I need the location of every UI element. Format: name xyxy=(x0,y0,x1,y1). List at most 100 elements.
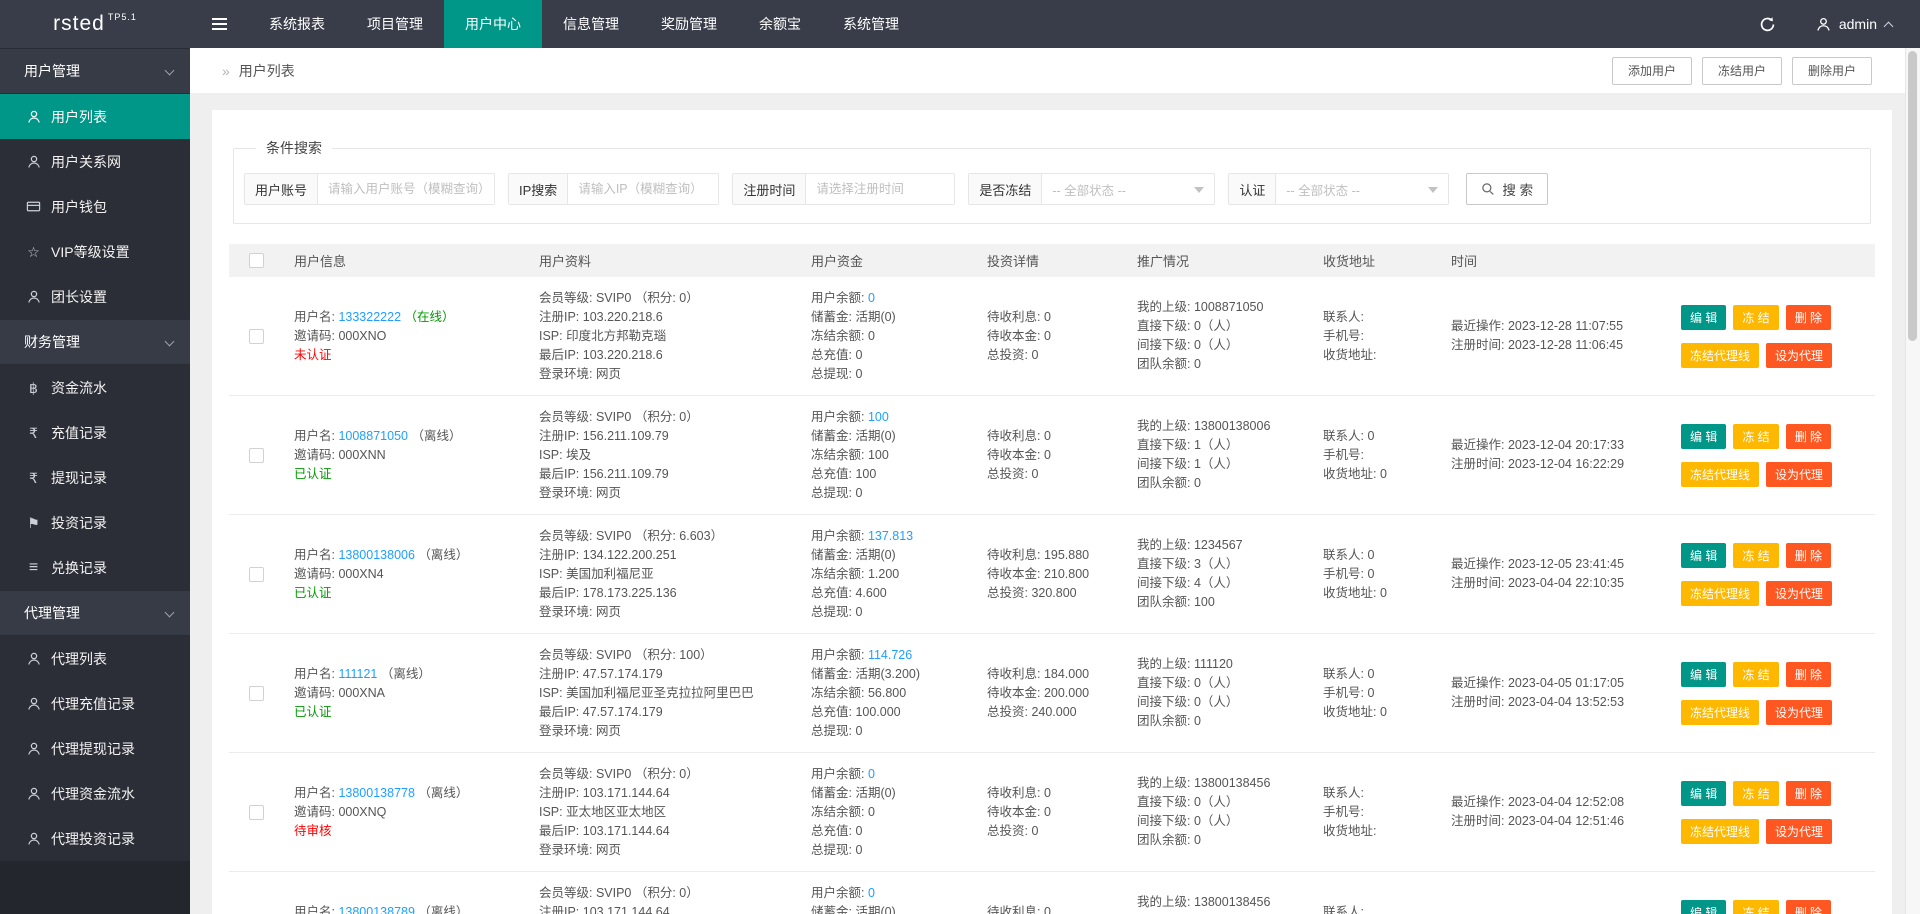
nav-item-info[interactable]: 信息管理 xyxy=(542,0,640,48)
verify-select[interactable]: -- 全部状态 -- xyxy=(1276,174,1448,204)
freeze-agent-line-button[interactable]: 冻结代理线 xyxy=(1681,342,1760,368)
freeze-agent-line-button[interactable]: 冻结代理线 xyxy=(1681,580,1760,606)
username-link[interactable]: 111121 xyxy=(338,667,377,681)
cell-text: 冻结余额: 56.800 xyxy=(811,685,907,700)
freeze-button[interactable]: 冻 结 xyxy=(1733,780,1779,806)
sidebar-item-agent-withdraw-records[interactable]: 代理提现记录 xyxy=(0,726,190,771)
action-button-row: 编 辑冻 结删 除 xyxy=(1681,423,1865,449)
row-checkbox[interactable] xyxy=(249,685,264,701)
edit-button[interactable]: 编 辑 xyxy=(1681,899,1727,914)
edit-button[interactable]: 编 辑 xyxy=(1681,423,1727,449)
nav-item-projects[interactable]: 项目管理 xyxy=(346,0,444,48)
freeze-button[interactable]: 冻 结 xyxy=(1733,899,1779,914)
sidebar-section-agent-management[interactable]: 代理管理 xyxy=(0,590,190,636)
sidebar-item-user-list[interactable]: 用户列表 xyxy=(0,94,190,139)
cell-line: ISP: 亚太地区亚太地区 xyxy=(539,803,791,822)
freeze-agent-line-button[interactable]: 冻结代理线 xyxy=(1681,461,1760,487)
sidebar-item-agent-recharge-records[interactable]: 代理充值记录 xyxy=(0,681,190,726)
select-all-checkbox[interactable] xyxy=(249,253,264,268)
search-panel: 条件搜索 用户账号 IP搜索 注册时间 是否冻结 -- 全部状态 -- 认证 -- 全部状态… xyxy=(233,138,1871,224)
username-link[interactable]: 13800138789 xyxy=(338,905,414,914)
set-agent-button[interactable]: 设为代理 xyxy=(1766,461,1833,487)
cell-text: 团队余额: 0 xyxy=(1137,476,1201,490)
sidebar-item-user-wallet[interactable]: 用户钱包 xyxy=(0,184,190,229)
delete-button[interactable]: 删 除 xyxy=(1785,661,1832,687)
sidebar-item-user-network[interactable]: 用户关系网 xyxy=(0,139,190,184)
sidebar-section-user-management[interactable]: 用户管理 xyxy=(0,48,190,94)
set-agent-button[interactable]: 设为代理 xyxy=(1766,818,1833,844)
sidebar-item-withdraw-records[interactable]: ₹ 提现记录 xyxy=(0,455,190,500)
admin-menu[interactable]: admin xyxy=(1800,0,1920,48)
cell-line: 用户名: 111121 （离线） xyxy=(294,665,519,684)
edit-button[interactable]: 编 辑 xyxy=(1681,304,1727,330)
cell-text: 手机号: xyxy=(1323,804,1364,819)
sidebar-section-title: 代理管理 xyxy=(24,605,80,621)
vertical-scrollbar[interactable] xyxy=(1905,48,1920,914)
cell-text: 总提现: 0 xyxy=(811,723,863,738)
nav-item-yuebao[interactable]: 余额宝 xyxy=(738,0,822,48)
row-checkbox-cell xyxy=(229,685,284,701)
delete-button[interactable]: 删 除 xyxy=(1785,780,1832,806)
regtime-input[interactable] xyxy=(806,174,955,204)
freeze-user-button[interactable]: 冻结用户 xyxy=(1701,56,1782,85)
search-field-label: 是否冻结 xyxy=(969,174,1043,204)
sidebar-item-fund-flow[interactable]: ฿ 资金流水 xyxy=(0,365,190,410)
delete-button[interactable]: 删 除 xyxy=(1785,542,1832,568)
ip-input[interactable] xyxy=(568,174,719,204)
cell-text: 注册IP: 156.211.109.79 xyxy=(539,428,669,443)
sidebar-section-finance-management[interactable]: 财务管理 xyxy=(0,319,190,365)
set-agent-button[interactable]: 设为代理 xyxy=(1766,580,1833,606)
search-button[interactable]: 搜 索 xyxy=(1466,173,1549,205)
nav-item-rewards[interactable]: 奖励管理 xyxy=(640,0,738,48)
freeze-agent-line-button[interactable]: 冻结代理线 xyxy=(1681,699,1760,725)
freeze-button[interactable]: 冻 结 xyxy=(1733,661,1779,687)
cell-text: 间接下级: 0（人） xyxy=(1137,338,1239,352)
row-checkbox[interactable] xyxy=(249,328,264,344)
row-checkbox[interactable] xyxy=(249,566,264,582)
sidebar-item-vip-level-settings[interactable]: ☆ VIP等级设置 xyxy=(0,229,190,274)
cell-text: 我的上级: 111120 xyxy=(1137,657,1233,671)
account-input[interactable] xyxy=(318,174,495,204)
nav-item-reports[interactable]: 系统报表 xyxy=(248,0,346,48)
set-agent-button[interactable]: 设为代理 xyxy=(1766,342,1833,368)
sidebar-item-exchange-records[interactable]: ≡ 兑换记录 xyxy=(0,545,190,590)
sidebar-item-leader-settings[interactable]: 团长设置 xyxy=(0,274,190,319)
nav-item-user-center[interactable]: 用户中心 xyxy=(444,0,542,48)
sidebar-item-agent-invest-records[interactable]: 代理投资记录 xyxy=(0,816,190,861)
edit-button[interactable]: 编 辑 xyxy=(1681,780,1727,806)
cell-line: 用户名: 13800138789 （离线） xyxy=(294,903,519,914)
freeze-agent-line-button[interactable]: 冻结代理线 xyxy=(1681,818,1760,844)
add-user-button[interactable]: 添加用户 xyxy=(1611,56,1692,85)
username-link[interactable]: 13800138006 xyxy=(338,548,414,562)
sidebar-item-agent-list[interactable]: 代理列表 xyxy=(0,636,190,681)
cell-line: 收货地址: 0 xyxy=(1323,465,1431,484)
row-checkbox[interactable] xyxy=(249,447,264,463)
nav-item-system[interactable]: 系统管理 xyxy=(822,0,920,48)
sidebar-item-invest-records[interactable]: ⚑ 投资记录 xyxy=(0,500,190,545)
username-link[interactable]: 13800138778 xyxy=(338,786,414,800)
username-link[interactable]: 133322222 xyxy=(338,310,401,324)
cell-line: 冻结余额: 100 xyxy=(811,446,967,465)
freeze-button[interactable]: 冻 结 xyxy=(1733,423,1779,449)
username-link[interactable]: 1008871050 xyxy=(338,429,408,443)
scrollbar-thumb[interactable] xyxy=(1908,51,1917,341)
user-funds-cell: 用户余额: 0储蓄金: 活期(0)冻结余额: 0总充值: 0总提现: 0 xyxy=(801,765,977,860)
set-agent-button[interactable]: 设为代理 xyxy=(1766,699,1833,725)
user-profile-cell: 会员等级: SVIP0 （积分: 100） 注册IP: 47.57.174.179… xyxy=(529,646,801,741)
delete-button[interactable]: 删 除 xyxy=(1785,899,1832,914)
refresh-button[interactable] xyxy=(1735,0,1800,48)
edit-button[interactable]: 编 辑 xyxy=(1681,661,1727,687)
edit-button[interactable]: 编 辑 xyxy=(1681,542,1727,568)
cell-text: 总提现: 0 xyxy=(811,485,863,500)
cell-text: 注册IP: 134.122.200.251 xyxy=(539,547,677,562)
menu-toggle-button[interactable] xyxy=(190,0,248,48)
freeze-button[interactable]: 冻 结 xyxy=(1733,304,1779,330)
delete-user-button[interactable]: 删除用户 xyxy=(1791,56,1872,85)
freeze-button[interactable]: 冻 结 xyxy=(1733,542,1779,568)
freeze-select[interactable]: -- 全部状态 -- xyxy=(1042,174,1214,204)
delete-button[interactable]: 删 除 xyxy=(1785,423,1832,449)
delete-button[interactable]: 删 除 xyxy=(1785,304,1832,330)
sidebar-item-recharge-records[interactable]: ₹ 充值记录 xyxy=(0,410,190,455)
sidebar-item-agent-fund-flow[interactable]: 代理资金流水 xyxy=(0,771,190,816)
row-checkbox[interactable] xyxy=(249,804,264,820)
